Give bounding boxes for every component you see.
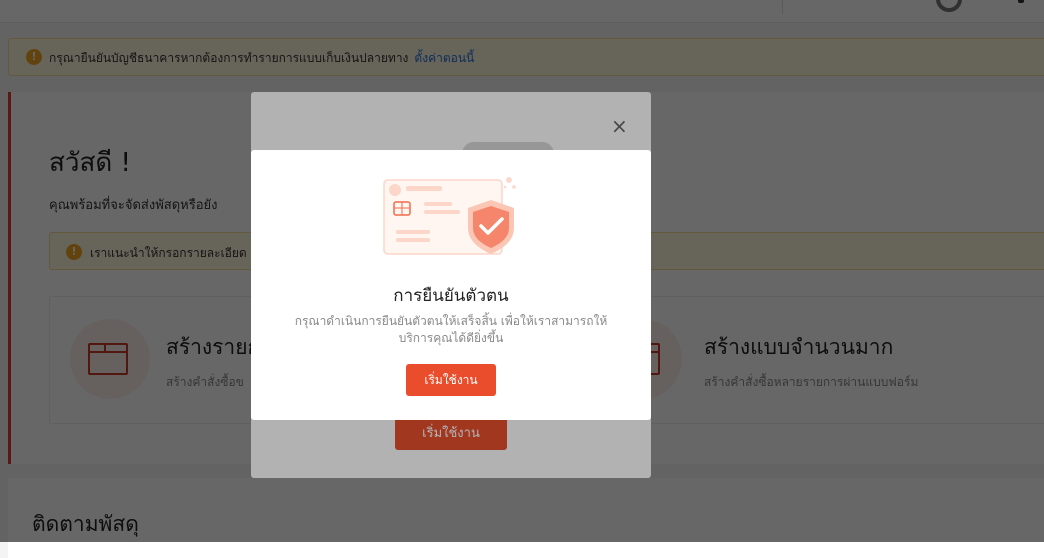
verify-identity-modal: การยืนยันตัวตน กรุณาดำเนินการยืนยันตัวตน…	[251, 150, 651, 420]
start-button[interactable]: เริ่มใช้งาน	[406, 364, 496, 396]
modal-title: การยืนยันตัวตน	[393, 286, 509, 306]
modal-description: กรุณาดำเนินการยืนยันตัวตนให้เสร็จสิ้น เพ…	[294, 314, 608, 345]
id-verification-illustration	[383, 177, 516, 255]
